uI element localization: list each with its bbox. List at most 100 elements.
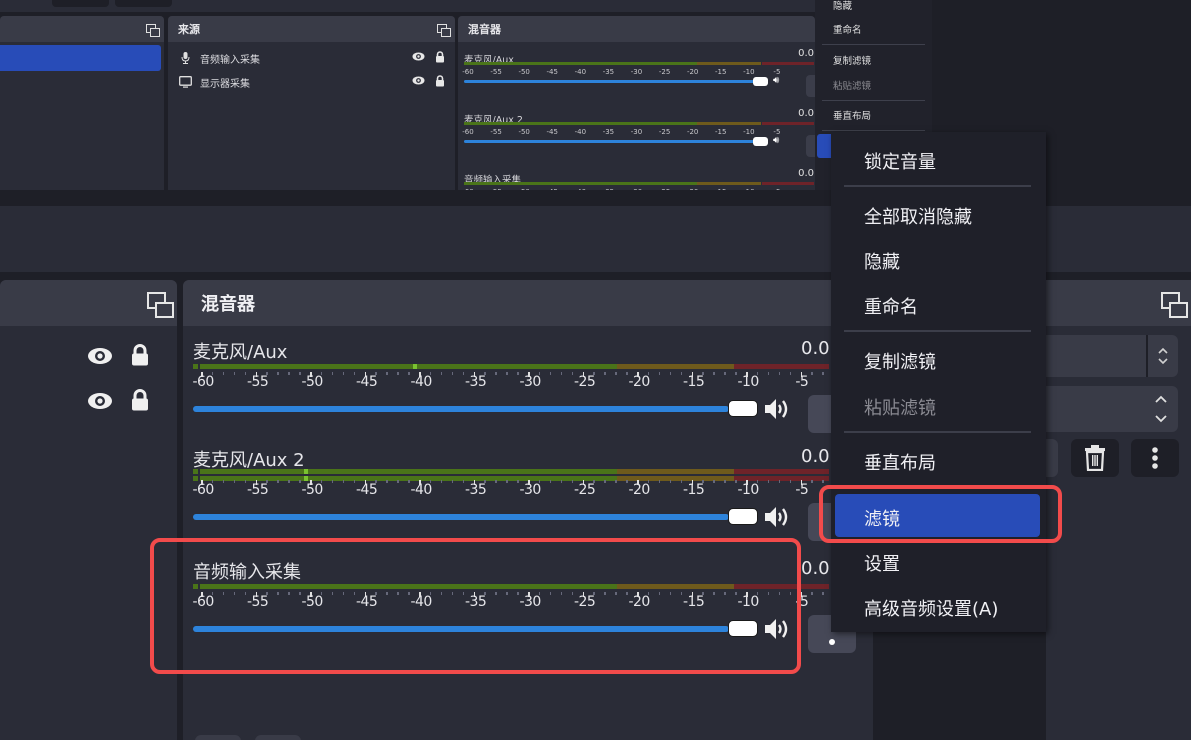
volume-slider-track[interactable]: [193, 626, 729, 632]
volume-slider-handle[interactable]: [728, 400, 758, 417]
sources-dock-header: 来源: [168, 16, 455, 42]
menu-item-filters[interactable]: 滤镜: [864, 505, 900, 531]
menu-item-rename[interactable]: 重命名: [833, 22, 862, 36]
menu-item-hide[interactable]: 隐藏: [864, 248, 900, 274]
lock-icon[interactable]: [435, 74, 445, 90]
toolbar-button[interactable]: [52, 0, 109, 7]
mixer-footer-button[interactable]: [195, 735, 241, 740]
volume-slider-track[interactable]: [193, 406, 729, 412]
tick-label: -20: [686, 68, 699, 76]
menu-item-hide[interactable]: 隐藏: [833, 0, 852, 12]
channel-config-button[interactable]: [806, 75, 815, 97]
menu-item-copy-filters[interactable]: 复制滤镜: [833, 53, 871, 67]
tick-label: -10: [737, 594, 759, 610]
menu-separator: [822, 130, 925, 131]
menu-separator: [822, 100, 925, 101]
eye-icon[interactable]: [87, 347, 113, 364]
tick-label: -5: [795, 374, 809, 390]
toolbar-button[interactable]: [115, 0, 172, 7]
tick-label: -50: [301, 482, 323, 498]
mixer-dock-small: 混音器 麦克风/Aux 0.0 -60 -55 -50 -45 -40 -35 -30 -25…: [458, 16, 815, 190]
tick-label: -45: [355, 374, 378, 390]
menu-item-properties[interactable]: 设置: [864, 550, 900, 576]
tick-label: -60: [192, 482, 214, 498]
tick-label: -30: [630, 128, 643, 136]
volume-slider-handle[interactable]: [753, 77, 768, 86]
spin-arrows-icon: [1158, 347, 1168, 365]
eye-icon[interactable]: [87, 392, 113, 409]
channel-config-button[interactable]: [806, 135, 815, 157]
tick-label: -60: [462, 128, 474, 136]
tick-label: -10: [743, 68, 755, 76]
volume-slider-handle[interactable]: [753, 137, 768, 146]
menu-item-lock-volume[interactable]: 锁定音量: [864, 148, 936, 174]
menu-item-rename[interactable]: 重命名: [864, 293, 918, 319]
speaker-icon[interactable]: [764, 505, 790, 529]
volume-slider-track[interactable]: [464, 140, 754, 143]
scene-item-selected[interactable]: [0, 45, 161, 71]
tick-label: -60: [192, 374, 214, 390]
eye-icon[interactable]: [412, 76, 425, 88]
tick-label: -50: [301, 594, 323, 610]
tick-label: -60: [192, 594, 214, 610]
tick-label: -25: [658, 128, 671, 136]
channel-db: 0.0: [798, 108, 814, 119]
undock-icon[interactable]: [1161, 292, 1188, 318]
volume-slider-handle[interactable]: [728, 508, 758, 525]
undock-icon[interactable]: [437, 24, 451, 37]
delete-button[interactable]: [1071, 439, 1119, 477]
tick-label: -25: [573, 374, 596, 390]
undock-icon[interactable]: [146, 24, 160, 37]
spinner-button[interactable]: [1148, 335, 1178, 377]
property-select[interactable]: [1046, 386, 1178, 432]
menu-item-copy-filters[interactable]: 复制滤镜: [864, 348, 936, 374]
tick-label: -55: [246, 482, 269, 498]
meter-channel: [193, 364, 829, 369]
menu-item-advanced-audio[interactable]: 高级音频设置(A): [864, 595, 998, 621]
context-menu: 锁定音量 全部取消隐藏 隐藏 重命名 复制滤镜 粘贴滤镜 垂直布局 滤镜 设置 …: [831, 132, 1046, 632]
tick-label: -40: [574, 68, 587, 76]
menu-item-vertical-layout[interactable]: 垂直布局: [864, 449, 936, 475]
volume-slider-track[interactable]: [193, 514, 729, 520]
volume-slider-track[interactable]: [464, 80, 754, 83]
speaker-icon[interactable]: [764, 617, 790, 641]
lock-icon[interactable]: [131, 344, 149, 366]
menu-separator: [844, 330, 1031, 332]
volume-meter: [193, 584, 829, 589]
speaker-icon[interactable]: [764, 397, 790, 421]
more-options-button[interactable]: [1131, 439, 1179, 477]
mixer-footer-button[interactable]: [255, 735, 301, 740]
meter-scale: -60-55-50-45-40-35-30-25-20-15-10-5: [462, 68, 814, 76]
speaker-icon[interactable]: 🔊︎: [773, 135, 779, 146]
property-button[interactable]: [1046, 439, 1058, 477]
tick-label: -35: [464, 482, 487, 498]
tick-label: -55: [246, 594, 269, 610]
tick-label: -50: [301, 374, 323, 390]
volume-slider-handle[interactable]: [728, 620, 758, 637]
undock-icon[interactable]: [147, 292, 174, 318]
channel-name: 麦克风/Aux: [193, 342, 288, 363]
meter-channel: [193, 584, 829, 589]
lock-icon[interactable]: [435, 50, 445, 66]
menu-item-vertical-layout[interactable]: 垂直布局: [833, 108, 871, 122]
tick-label: -25: [573, 594, 596, 610]
tick-label: -50: [518, 128, 530, 136]
tick-label: -40: [410, 374, 432, 390]
source-item[interactable]: 显示器采集: [168, 70, 455, 94]
property-field[interactable]: [1046, 335, 1146, 377]
menu-item-unhide-all[interactable]: 全部取消隐藏: [864, 203, 972, 229]
tick-label: -10: [743, 128, 755, 136]
speaker-icon[interactable]: 🔊︎: [773, 75, 779, 86]
tick-label: -10: [737, 482, 759, 498]
channel-db: 0.0: [798, 168, 814, 179]
tick-label: -35: [464, 374, 487, 390]
tick-label: -15: [715, 68, 727, 76]
meter-scale: -60-55-50-45-40-35-30-25-20-15-10-5: [192, 374, 829, 392]
tick-label: -35: [602, 128, 615, 136]
source-row-controls: [87, 344, 149, 366]
lock-icon[interactable]: [131, 389, 149, 411]
tick-label: -15: [682, 374, 705, 390]
source-item[interactable]: 音频输入采集: [168, 46, 455, 70]
eye-icon[interactable]: [412, 52, 425, 64]
properties-dock-header: [1046, 280, 1191, 326]
